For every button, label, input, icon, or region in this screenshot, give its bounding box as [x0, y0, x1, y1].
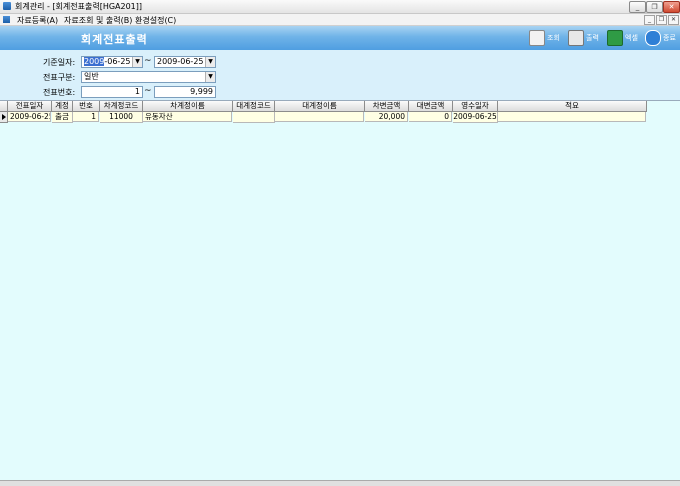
- table-cell[interactable]: 1: [73, 112, 99, 122]
- date-from-picker[interactable]: 2009-06-25 ▼: [81, 56, 143, 68]
- restore-button[interactable]: ❐: [646, 1, 663, 13]
- type-label: 전표구분:: [43, 73, 76, 82]
- type-select[interactable]: 일반 ▼: [81, 71, 216, 83]
- menu-item-settings[interactable]: 환경설정(C): [135, 15, 176, 26]
- col-header[interactable]: 적요: [498, 101, 647, 112]
- excel-button-label: 엑셀: [625, 34, 638, 42]
- number-range-tilde: ~: [144, 86, 152, 96]
- table-cell[interactable]: 유동자산: [143, 112, 232, 122]
- date-from-year: 2009: [84, 57, 105, 66]
- form-title: 회계전표출력: [81, 33, 148, 46]
- table-cell[interactable]: [275, 112, 364, 122]
- print-button[interactable]: 출력: [568, 29, 599, 47]
- table-cell[interactable]: 2009-06-25: [453, 112, 498, 123]
- printer-icon: [568, 30, 584, 46]
- search-button-label: 조회: [547, 34, 560, 42]
- table-cell[interactable]: 20,000: [365, 112, 408, 122]
- col-header[interactable]: 차변금액: [365, 101, 409, 112]
- status-bar: [0, 480, 680, 486]
- filter-panel: 기준일자: 2009-06-25 ▼ ~ 2009-06-25 ▼ 전표구분: …: [0, 50, 680, 100]
- col-header[interactable]: 차계정코드: [100, 101, 143, 112]
- exit-button[interactable]: 종료: [645, 29, 676, 47]
- date-to-dropdown-icon[interactable]: ▼: [205, 57, 215, 67]
- col-header[interactable]: 계정: [52, 101, 73, 112]
- date-to-value: 2009-06-25: [157, 57, 204, 66]
- number-to-value: 9,999: [190, 87, 213, 96]
- table-cell[interactable]: 2009-06-25: [8, 112, 51, 122]
- table-cell[interactable]: [498, 112, 646, 122]
- close-button[interactable]: ✕: [663, 1, 680, 13]
- date-from-dropdown-icon[interactable]: ▼: [132, 57, 142, 67]
- mdi-child-icon[interactable]: [3, 16, 10, 23]
- menu-item-register[interactable]: 자료등록(A): [17, 15, 58, 26]
- number-label: 전표번호:: [43, 88, 76, 97]
- col-header[interactable]: 영수일자: [453, 101, 498, 112]
- window-title: 회계관리 - [회계전표출력[HGA201]]: [15, 2, 143, 11]
- minimize-button[interactable]: _: [629, 1, 646, 13]
- col-header[interactable]: 대계정코드: [233, 101, 275, 112]
- window-titlebar: 회계관리 - [회계전표출력[HGA201]] _ ❐ ✕: [0, 0, 680, 14]
- search-doc-icon: [529, 30, 545, 46]
- date-to-picker[interactable]: 2009-06-25 ▼: [154, 56, 216, 68]
- col-header[interactable]: 전표일자: [8, 101, 52, 112]
- mdi-minimize-button[interactable]: _: [644, 15, 655, 25]
- search-button[interactable]: 조회: [529, 29, 560, 47]
- date-label: 기준일자:: [43, 58, 76, 67]
- excel-button[interactable]: 엑셀: [607, 29, 638, 47]
- excel-icon: [607, 30, 623, 46]
- col-header[interactable]: 대변금액: [409, 101, 453, 112]
- exit-button-label: 종료: [663, 34, 676, 42]
- app-icon: [3, 2, 11, 10]
- row-selector[interactable]: [0, 112, 8, 123]
- mdi-close-button[interactable]: ✕: [668, 15, 679, 25]
- menu-bar: 자료등록(A) 자료조회 및 출력(B) 환경설정(C) _ ❐ ✕: [0, 14, 680, 26]
- grid-corner: [0, 101, 8, 112]
- col-header[interactable]: 차계정이름: [143, 101, 233, 112]
- number-from-input[interactable]: 1: [81, 86, 143, 98]
- menu-item-inquiry[interactable]: 자료조회 및 출력(B): [64, 15, 132, 26]
- print-button-label: 출력: [586, 34, 599, 42]
- table-cell[interactable]: 0: [409, 112, 452, 122]
- current-row-arrow-icon: [2, 114, 6, 120]
- table-cell[interactable]: 11000: [100, 112, 143, 123]
- date-range-tilde: ~: [144, 56, 152, 66]
- form-header: 회계전표출력 조회 출력 엑셀 종료: [0, 26, 680, 50]
- number-from-value: 1: [134, 87, 140, 96]
- table-cell[interactable]: 출금: [52, 112, 73, 123]
- power-icon: [645, 30, 661, 46]
- col-header[interactable]: 대계정이름: [275, 101, 365, 112]
- table-cell[interactable]: [233, 112, 275, 123]
- type-value: 일반: [84, 72, 99, 81]
- date-from-rest: -06-25: [104, 57, 131, 66]
- type-dropdown-icon[interactable]: ▼: [205, 72, 215, 82]
- number-to-input[interactable]: 9,999: [154, 86, 216, 98]
- mdi-restore-button[interactable]: ❐: [656, 15, 667, 25]
- voucher-grid[interactable]: 전표일자 계정 번호 차계정코드 차계정이름 대계정코드 대계정이름 차변금액 …: [0, 100, 680, 481]
- col-header[interactable]: 번호: [73, 101, 100, 112]
